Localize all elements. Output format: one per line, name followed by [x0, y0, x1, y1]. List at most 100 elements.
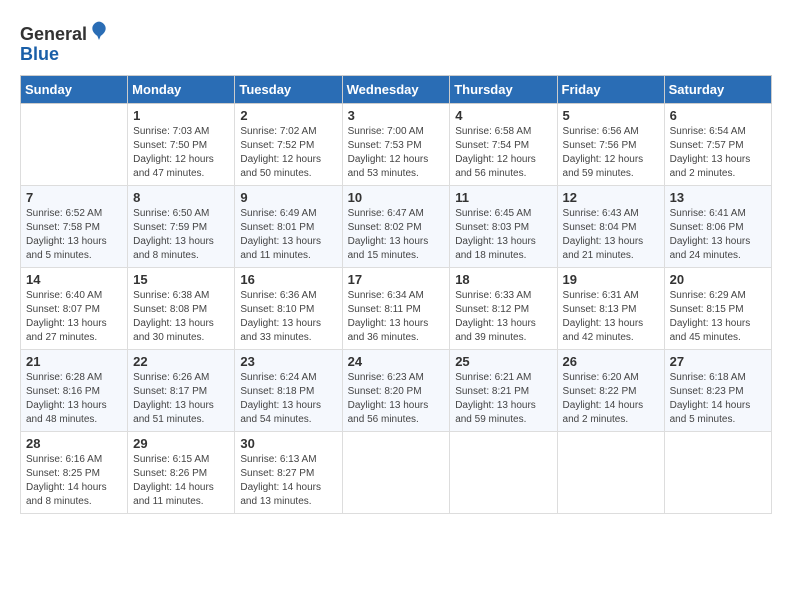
day-info: Sunrise: 6:45 AM Sunset: 8:03 PM Dayligh… — [455, 207, 551, 263]
day-number: 23 — [240, 354, 336, 369]
calendar-cell: 27 Sunrise: 6:18 AM Sunset: 8:23 PM Dayli… — [664, 349, 771, 431]
day-number: 17 — [348, 272, 445, 287]
logo-icon — [89, 20, 109, 40]
day-number: 8 — [133, 190, 229, 205]
day-number: 13 — [670, 190, 766, 205]
calendar-cell: 6 Sunrise: 6:54 AM Sunset: 7:57 PM Daylig… — [664, 103, 771, 185]
calendar-cell: 13 Sunrise: 6:41 AM Sunset: 8:06 PM Dayli… — [664, 185, 771, 267]
week-row-4: 21 Sunrise: 6:28 AM Sunset: 8:16 PM Dayli… — [21, 349, 772, 431]
day-info: Sunrise: 6:21 AM Sunset: 8:21 PM Dayligh… — [455, 371, 551, 427]
day-number: 9 — [240, 190, 336, 205]
day-info: Sunrise: 6:49 AM Sunset: 8:01 PM Dayligh… — [240, 207, 336, 263]
day-number: 1 — [133, 108, 229, 123]
day-info: Sunrise: 6:16 AM Sunset: 8:25 PM Dayligh… — [26, 453, 122, 509]
day-number: 4 — [455, 108, 551, 123]
day-info: Sunrise: 6:18 AM Sunset: 8:23 PM Dayligh… — [670, 371, 766, 427]
calendar-cell: 14Sunrise: 6:40 AM Sunset: 8:07 PM Dayli… — [21, 267, 128, 349]
day-number: 26 — [563, 354, 659, 369]
day-info: Sunrise: 6:54 AM Sunset: 7:57 PM Dayligh… — [670, 125, 766, 181]
day-info: Sunrise: 6:13 AM Sunset: 8:27 PM Dayligh… — [240, 453, 336, 509]
day-info: Sunrise: 7:02 AM Sunset: 7:52 PM Dayligh… — [240, 125, 336, 181]
logo-general: General — [20, 24, 87, 44]
day-info: Sunrise: 6:28 AM Sunset: 8:16 PM Dayligh… — [26, 371, 122, 427]
day-info: Sunrise: 6:52 AM Sunset: 7:58 PM Dayligh… — [26, 207, 122, 263]
day-info: Sunrise: 7:00 AM Sunset: 7:53 PM Dayligh… — [348, 125, 445, 181]
day-number: 19 — [563, 272, 659, 287]
column-header-friday: Friday — [557, 75, 664, 103]
calendar-cell: 19 Sunrise: 6:31 AM Sunset: 8:13 PM Dayli… — [557, 267, 664, 349]
day-number: 16 — [240, 272, 336, 287]
week-row-5: 28Sunrise: 6:16 AM Sunset: 8:25 PM Dayli… — [21, 431, 772, 513]
calendar-cell: 30 Sunrise: 6:13 AM Sunset: 8:27 PM Dayli… — [235, 431, 342, 513]
calendar-cell: 18 Sunrise: 6:33 AM Sunset: 8:12 PM Dayli… — [450, 267, 557, 349]
column-header-thursday: Thursday — [450, 75, 557, 103]
calendar-cell: 20 Sunrise: 6:29 AM Sunset: 8:15 PM Dayli… — [664, 267, 771, 349]
day-number: 3 — [348, 108, 445, 123]
day-number: 18 — [455, 272, 551, 287]
day-number: 2 — [240, 108, 336, 123]
calendar-cell: 21 Sunrise: 6:28 AM Sunset: 8:16 PM Dayli… — [21, 349, 128, 431]
calendar-cell — [450, 431, 557, 513]
calendar-cell: 22 Sunrise: 6:26 AM Sunset: 8:17 PM Dayli… — [128, 349, 235, 431]
column-header-saturday: Saturday — [664, 75, 771, 103]
day-info: Sunrise: 6:33 AM Sunset: 8:12 PM Dayligh… — [455, 289, 551, 345]
calendar-cell: 23 Sunrise: 6:24 AM Sunset: 8:18 PM Dayli… — [235, 349, 342, 431]
day-info: Sunrise: 6:50 AM Sunset: 7:59 PM Dayligh… — [133, 207, 229, 263]
calendar-cell: 5Sunrise: 6:56 AM Sunset: 7:56 PM Daylig… — [557, 103, 664, 185]
calendar-cell — [342, 431, 450, 513]
day-info: Sunrise: 6:41 AM Sunset: 8:06 PM Dayligh… — [670, 207, 766, 263]
day-number: 21 — [26, 354, 122, 369]
day-number: 12 — [563, 190, 659, 205]
calendar-cell: 28Sunrise: 6:16 AM Sunset: 8:25 PM Dayli… — [21, 431, 128, 513]
day-number: 14 — [26, 272, 122, 287]
day-number: 30 — [240, 436, 336, 451]
day-number: 20 — [670, 272, 766, 287]
day-number: 7 — [26, 190, 122, 205]
calendar-cell: 26 Sunrise: 6:20 AM Sunset: 8:22 PM Dayli… — [557, 349, 664, 431]
column-header-tuesday: Tuesday — [235, 75, 342, 103]
column-header-wednesday: Wednesday — [342, 75, 450, 103]
day-info: Sunrise: 6:26 AM Sunset: 8:17 PM Dayligh… — [133, 371, 229, 427]
day-info: Sunrise: 6:38 AM Sunset: 8:08 PM Dayligh… — [133, 289, 229, 345]
day-info: Sunrise: 6:15 AM Sunset: 8:26 PM Dayligh… — [133, 453, 229, 509]
column-header-monday: Monday — [128, 75, 235, 103]
day-number: 6 — [670, 108, 766, 123]
day-info: Sunrise: 6:47 AM Sunset: 8:02 PM Dayligh… — [348, 207, 445, 263]
calendar-cell: 24Sunrise: 6:23 AM Sunset: 8:20 PM Dayli… — [342, 349, 450, 431]
calendar-cell: 8 Sunrise: 6:50 AM Sunset: 7:59 PM Daylig… — [128, 185, 235, 267]
header-row: SundayMondayTuesdayWednesdayThursdayFrid… — [21, 75, 772, 103]
day-number: 15 — [133, 272, 229, 287]
calendar-cell — [664, 431, 771, 513]
logo-blue: Blue — [20, 44, 59, 64]
calendar-cell: 25 Sunrise: 6:21 AM Sunset: 8:21 PM Dayli… — [450, 349, 557, 431]
calendar-cell: 12 Sunrise: 6:43 AM Sunset: 8:04 PM Dayli… — [557, 185, 664, 267]
day-info: Sunrise: 6:56 AM Sunset: 7:56 PM Dayligh… — [563, 125, 659, 181]
day-info: Sunrise: 6:43 AM Sunset: 8:04 PM Dayligh… — [563, 207, 659, 263]
calendar-cell: 17Sunrise: 6:34 AM Sunset: 8:11 PM Dayli… — [342, 267, 450, 349]
day-info: Sunrise: 6:31 AM Sunset: 8:13 PM Dayligh… — [563, 289, 659, 345]
calendar-cell: 10 Sunrise: 6:47 AM Sunset: 8:02 PM Dayli… — [342, 185, 450, 267]
day-number: 10 — [348, 190, 445, 205]
day-info: Sunrise: 6:36 AM Sunset: 8:10 PM Dayligh… — [240, 289, 336, 345]
calendar-cell: 2 Sunrise: 7:02 AM Sunset: 7:52 PM Daylig… — [235, 103, 342, 185]
calendar-cell: 1Sunrise: 7:03 AM Sunset: 7:50 PM Daylig… — [128, 103, 235, 185]
day-info: Sunrise: 6:20 AM Sunset: 8:22 PM Dayligh… — [563, 371, 659, 427]
calendar-cell: 15 Sunrise: 6:38 AM Sunset: 8:08 PM Dayli… — [128, 267, 235, 349]
day-number: 29 — [133, 436, 229, 451]
week-row-2: 7 Sunrise: 6:52 AM Sunset: 7:58 PM Daylig… — [21, 185, 772, 267]
calendar-cell: 11 Sunrise: 6:45 AM Sunset: 8:03 PM Dayli… — [450, 185, 557, 267]
page-header: General Blue — [20, 20, 772, 65]
calendar-cell: 16 Sunrise: 6:36 AM Sunset: 8:10 PM Dayli… — [235, 267, 342, 349]
day-info: Sunrise: 6:29 AM Sunset: 8:15 PM Dayligh… — [670, 289, 766, 345]
day-info: Sunrise: 6:24 AM Sunset: 8:18 PM Dayligh… — [240, 371, 336, 427]
calendar-cell: 4Sunrise: 6:58 AM Sunset: 7:54 PM Daylig… — [450, 103, 557, 185]
week-row-3: 14Sunrise: 6:40 AM Sunset: 8:07 PM Dayli… — [21, 267, 772, 349]
calendar-cell: 29 Sunrise: 6:15 AM Sunset: 8:26 PM Dayli… — [128, 431, 235, 513]
calendar-cell: 3 Sunrise: 7:00 AM Sunset: 7:53 PM Daylig… — [342, 103, 450, 185]
column-header-sunday: Sunday — [21, 75, 128, 103]
calendar-cell: 7 Sunrise: 6:52 AM Sunset: 7:58 PM Daylig… — [21, 185, 128, 267]
day-number: 25 — [455, 354, 551, 369]
day-number: 11 — [455, 190, 551, 205]
day-number: 27 — [670, 354, 766, 369]
day-number: 22 — [133, 354, 229, 369]
